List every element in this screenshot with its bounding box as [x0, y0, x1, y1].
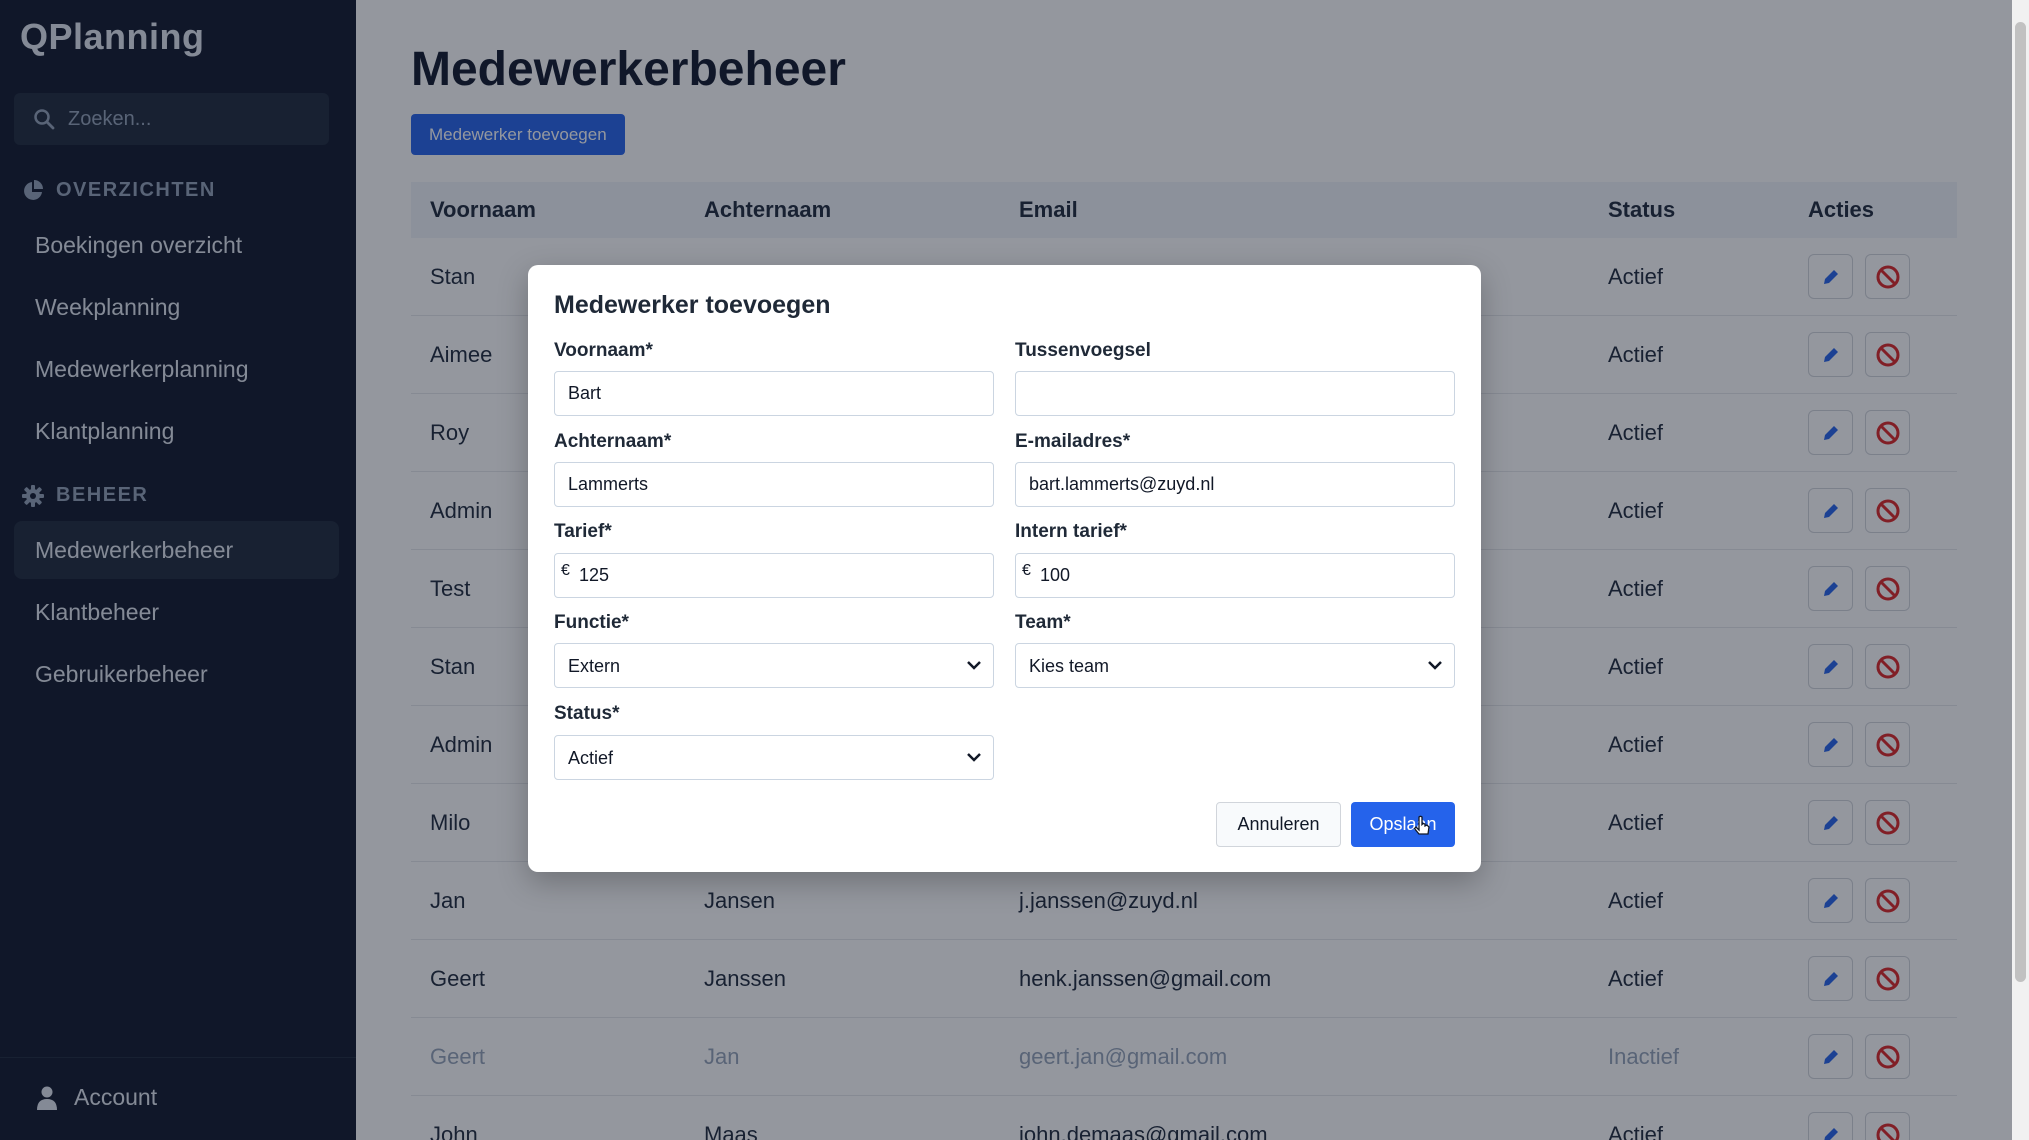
chevron-down-icon	[967, 661, 981, 670]
tussenvoegsel-label: Tussenvoegsel	[1015, 340, 1151, 361]
team-select[interactable]: Kies team	[1015, 643, 1455, 688]
achternaam-input[interactable]	[554, 462, 994, 507]
tarief-input[interactable]	[579, 554, 979, 597]
status-selected-value: Actief	[568, 748, 614, 768]
currency-symbol: €	[1022, 562, 1031, 579]
functie-label: Functie*	[554, 612, 629, 633]
intern-tarief-field: €	[1015, 553, 1455, 598]
chevron-down-icon	[967, 753, 981, 762]
tussenvoegsel-input[interactable]	[1015, 371, 1455, 416]
voornaam-input[interactable]	[554, 371, 994, 416]
functie-select[interactable]: Extern	[554, 643, 994, 688]
scrollbar-thumb[interactable]	[2015, 22, 2026, 982]
page-scrollbar[interactable]	[2012, 0, 2029, 1140]
chevron-down-icon	[1428, 661, 1442, 670]
mouse-pointer-icon	[1413, 815, 1430, 835]
voornaam-label: Voornaam*	[554, 340, 653, 361]
functie-selected-value: Extern	[568, 656, 621, 676]
email-input[interactable]	[1015, 462, 1455, 507]
team-label: Team*	[1015, 612, 1071, 633]
tarief-label: Tarief*	[554, 521, 612, 542]
status-label: Status*	[554, 703, 620, 724]
intern-tarief-input[interactable]	[1040, 554, 1440, 597]
currency-symbol: €	[561, 562, 570, 579]
team-selected-value: Kies team	[1029, 656, 1110, 676]
save-button[interactable]: Opslaan	[1351, 802, 1455, 847]
cancel-button[interactable]: Annuleren	[1216, 802, 1341, 847]
email-label: E-mailadres*	[1015, 431, 1131, 452]
tarief-field: €	[554, 553, 994, 598]
intern-tarief-label: Intern tarief*	[1015, 521, 1127, 542]
modal-title: Medewerker toevoegen	[554, 291, 831, 319]
add-employee-modal: Medewerker toevoegen Voornaam* Tussenvoe…	[528, 265, 1481, 872]
achternaam-label: Achternaam*	[554, 431, 672, 452]
status-select[interactable]: Actief	[554, 735, 994, 780]
